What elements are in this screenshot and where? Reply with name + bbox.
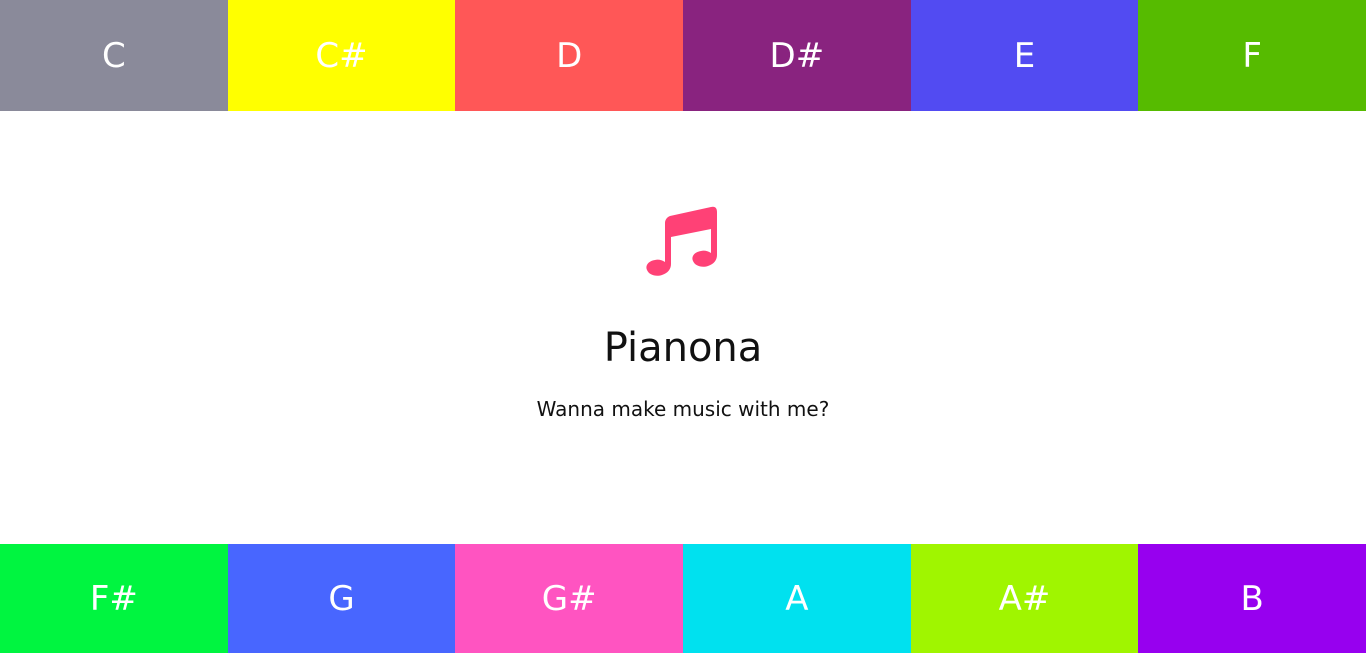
- key-label: E: [1013, 35, 1036, 76]
- app-title: Pianona: [603, 325, 763, 371]
- key-label: G#: [541, 578, 597, 619]
- key-d-sharp[interactable]: D#: [683, 0, 911, 111]
- key-label: G: [328, 578, 355, 619]
- app-subtitle: Wanna make music with me?: [536, 397, 830, 421]
- key-b[interactable]: B: [1138, 544, 1366, 653]
- key-label: A#: [998, 578, 1051, 619]
- key-label: D: [556, 35, 583, 76]
- music-note-icon: [646, 206, 717, 276]
- key-label: F: [1242, 35, 1262, 76]
- key-c[interactable]: C: [0, 0, 228, 111]
- key-label: C: [101, 35, 126, 76]
- key-label: F#: [89, 578, 138, 619]
- music-note-shape: [646, 206, 717, 276]
- key-c-sharp[interactable]: C#: [227, 0, 456, 111]
- key-d[interactable]: D: [455, 0, 684, 111]
- key-g-sharp[interactable]: G#: [455, 544, 684, 653]
- hero-section: Pianona Wanna make music with me?: [0, 111, 1366, 544]
- key-label: A: [785, 578, 809, 619]
- key-g[interactable]: G: [227, 544, 456, 653]
- key-f-sharp[interactable]: F#: [0, 544, 228, 653]
- key-label: C#: [315, 35, 368, 76]
- key-a[interactable]: A: [683, 544, 911, 653]
- key-f[interactable]: F: [1138, 0, 1366, 111]
- keys-bottom-row: F# G G# A A# B: [0, 544, 1366, 653]
- key-e[interactable]: E: [910, 0, 1139, 111]
- key-a-sharp[interactable]: A#: [910, 544, 1139, 653]
- key-label: D#: [769, 35, 825, 76]
- keys-top-row: C C# D D# E F: [0, 0, 1366, 111]
- key-label: B: [1240, 578, 1264, 619]
